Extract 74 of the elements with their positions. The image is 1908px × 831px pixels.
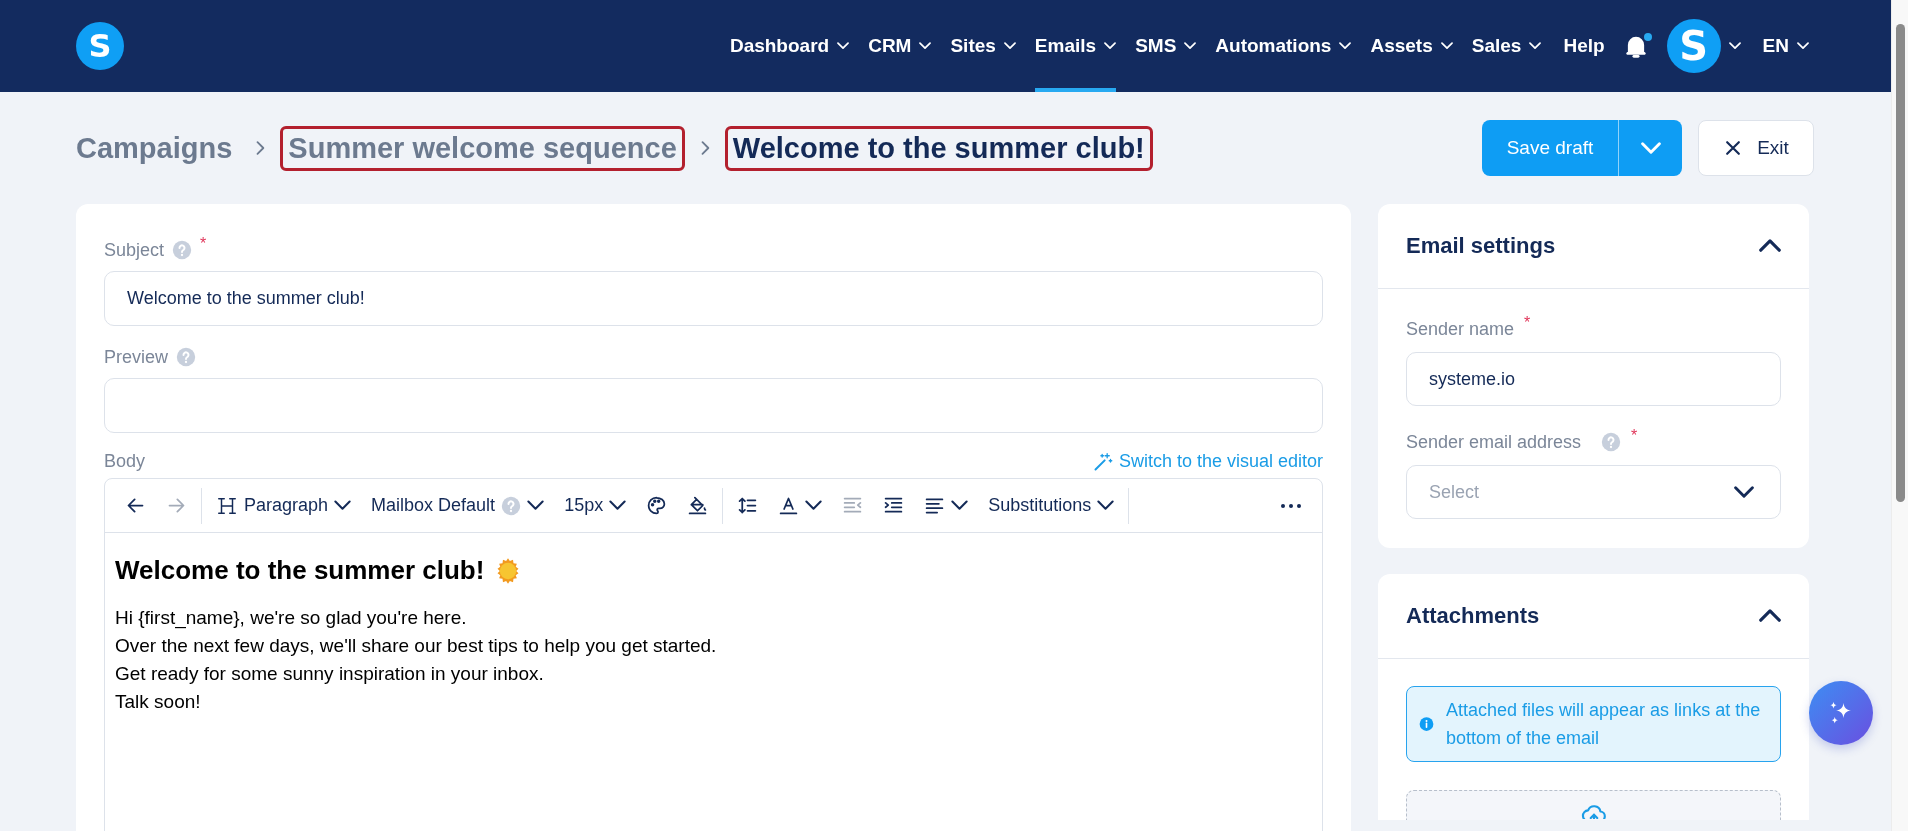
chevron-up-icon [1759, 609, 1781, 623]
chevron-down-icon [1339, 42, 1352, 50]
nav-menu-item[interactable]: Automations [1215, 0, 1352, 92]
chevron-down-icon [1097, 500, 1115, 511]
chevron-down-icon [1728, 42, 1741, 50]
nav-menu-item[interactable]: Sites [950, 0, 1016, 92]
toolbar-dropdown[interactable]: 15px [554, 485, 637, 526]
chevron-down-icon [609, 500, 627, 511]
rich-text-editor[interactable] [104, 478, 1323, 831]
required-mark: * [200, 235, 207, 253]
chevron-down-icon [1797, 42, 1809, 50]
undo-arrow-icon [125, 495, 146, 516]
language-selector[interactable]: EN [1754, 35, 1809, 57]
nav-menu-item[interactable]: SMS [1135, 0, 1197, 92]
scrollbar-thumb[interactable] [1896, 24, 1905, 502]
email-body-text: Get ready for some sunny inspiration in your inbox. [115, 662, 545, 686]
chevron-down-icon [837, 42, 850, 50]
card-title: Attachments [1406, 603, 1540, 629]
email-body-text: Hi {first_name}, we're so glad you're here. [115, 606, 468, 631]
chevron-down-icon [1440, 42, 1453, 50]
exit-button[interactable]: Exit [1698, 120, 1814, 176]
chevron-down-icon [1734, 486, 1754, 498]
chevron-down-icon [919, 42, 932, 50]
chevron-down-icon [1184, 42, 1197, 50]
notice-text: Attached files will appear as links at the bottom of the email [1446, 699, 1762, 750]
block-format-dropdown[interactable]: Paragraph [206, 485, 362, 526]
chevron-up-icon [1759, 239, 1781, 253]
nav-menu-item[interactable]: Emails [1034, 0, 1117, 92]
email-body-text: Talk soon! [115, 690, 202, 714]
field-label: Sender email address [1406, 431, 1582, 453]
collapse-toggle[interactable] [1759, 239, 1781, 253]
outdent-icon [842, 495, 864, 516]
redo-arrow-icon [166, 495, 187, 516]
field-label: Subject [104, 239, 165, 261]
required-mark: * [1524, 314, 1531, 332]
magic-wand-icon [1092, 451, 1113, 472]
breadcrumb-link[interactable]: Summer welcome sequence [280, 125, 685, 171]
indent-icon [883, 495, 905, 516]
email-body-text: Over the next few days, we'll share our best tips to help you get started. [115, 634, 718, 658]
text-color-icon [778, 495, 800, 516]
text-input[interactable]: systeme.io [1406, 352, 1781, 406]
chevron-down-icon [1003, 42, 1016, 50]
text-input[interactable]: Welcome to the summer club! [104, 271, 1323, 326]
chevron-down-icon [1529, 42, 1542, 50]
page-title: Welcome to the summer club! [724, 125, 1153, 171]
chevron-down-icon [1640, 142, 1661, 154]
cloud-upload-icon [1580, 805, 1607, 819]
chevron-down-icon [805, 500, 823, 511]
line-height-icon [737, 495, 759, 516]
palette-icon [646, 495, 668, 516]
nav-menu-item[interactable]: Sales [1471, 0, 1542, 92]
nav-menu-item[interactable]: Assets [1370, 0, 1453, 92]
collapse-toggle[interactable] [1759, 609, 1781, 623]
card-title: Email settings [1406, 233, 1556, 259]
email-heading: Welcome to the summer club! [115, 555, 485, 586]
chevron-down-icon [951, 500, 969, 511]
more-icon [1280, 502, 1302, 509]
nav-menu-item[interactable]: CRM [868, 0, 932, 92]
text-input[interactable] [104, 378, 1323, 433]
ai-assistant-button[interactable] [1809, 681, 1873, 745]
help-link[interactable]: Help [1563, 35, 1605, 57]
chevron-down-icon [1104, 42, 1117, 50]
toolbar-dropdown[interactable]: Substitutions [978, 485, 1125, 526]
scrollbar[interactable] [1891, 0, 1908, 831]
required-mark: * [1631, 427, 1638, 445]
field-label: Sender name [1406, 318, 1515, 340]
chevron-down-icon [334, 500, 352, 511]
paint-bucket-icon [687, 495, 709, 516]
breadcrumb-link[interactable]: Campaigns [76, 125, 241, 171]
nav-menu-item[interactable]: Dashboard [729, 0, 850, 92]
field-label: Body [104, 451, 146, 472]
field-label: Preview [104, 346, 169, 368]
chevron-down-icon [527, 500, 545, 511]
toolbar-dropdown[interactable]: Mailbox Default [361, 485, 555, 526]
